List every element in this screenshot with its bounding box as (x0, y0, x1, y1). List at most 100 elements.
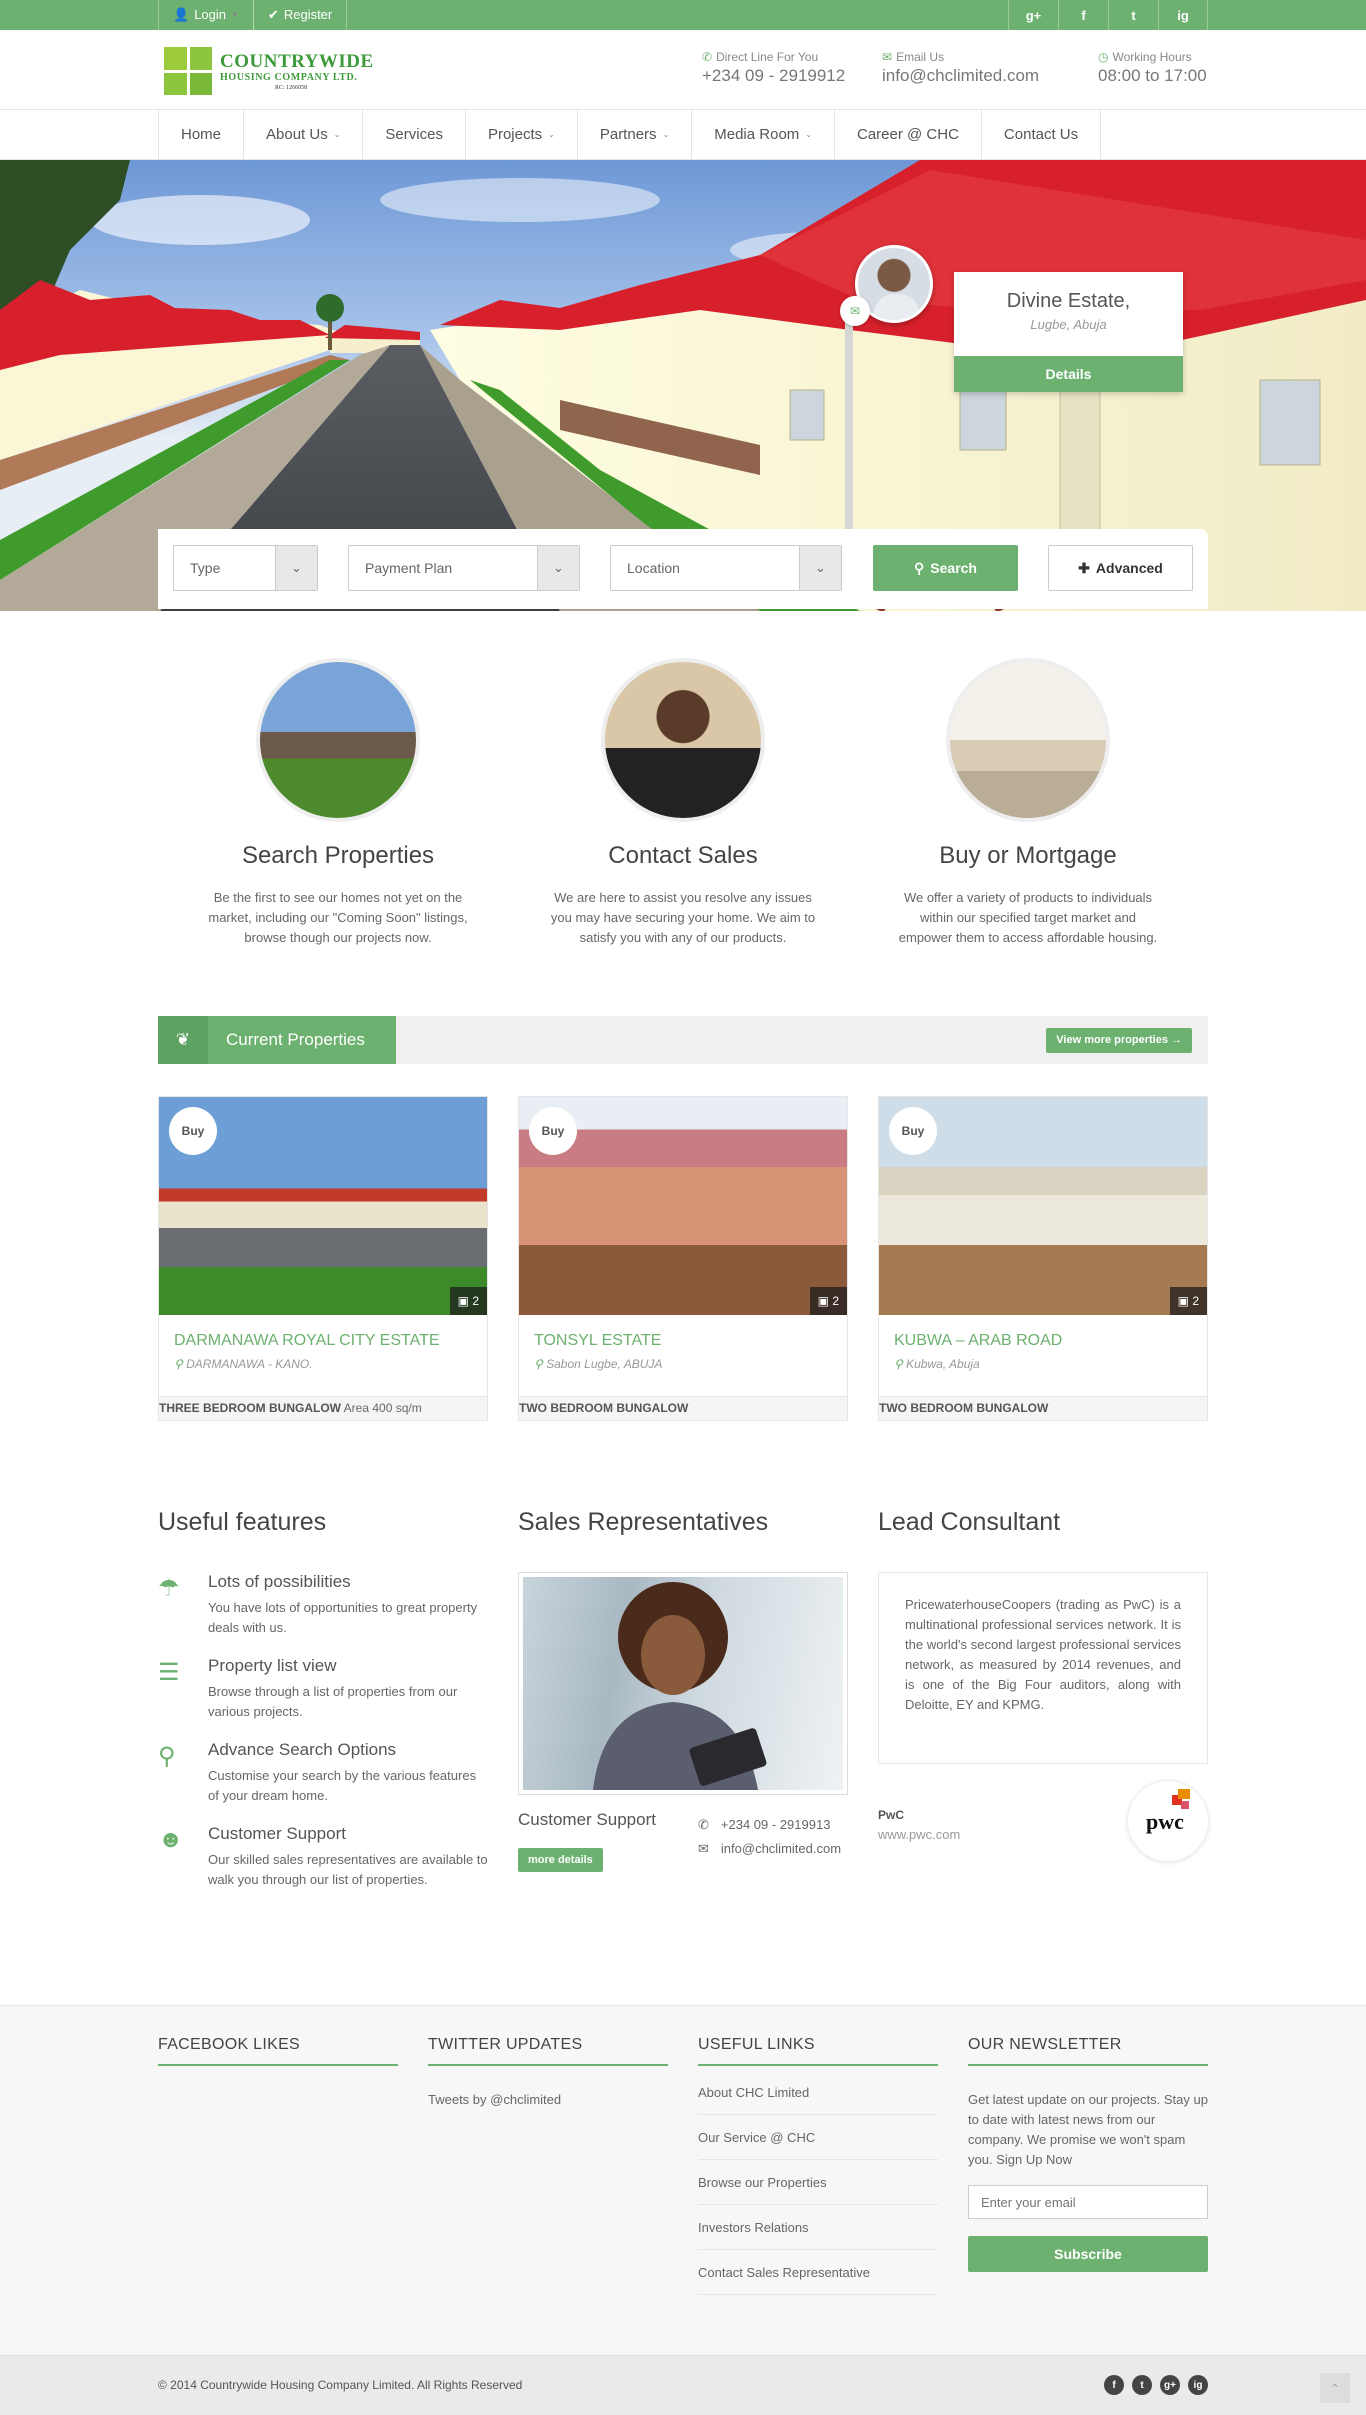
advanced-button-label: Advanced (1095, 560, 1163, 576)
consultant-company: PwC (878, 1808, 905, 1822)
estate-location: Lugbe, Abuja (1030, 317, 1107, 332)
property-card[interactable]: Buy ▣ 2 DARMANAWA ROYAL CITY ESTATE ⚲ DA… (158, 1096, 488, 1421)
nav-item-label: Media Room (714, 126, 800, 143)
site-header: COUNTRYWIDE HOUSING COMPANY LTD. RC: 126… (0, 30, 1366, 110)
nav-item-contact-us[interactable]: Contact Us (982, 110, 1102, 160)
twitter-icon[interactable]: t (1108, 0, 1158, 30)
chevron-down-icon: ⌄ (799, 546, 841, 590)
register-label: Register (283, 7, 333, 22)
property-card[interactable]: Buy ▣ 2 KUBWA – ARAB ROAD ⚲ Kubwa, Abuja… (878, 1096, 1208, 1421)
property-photo[interactable]: Buy ▣ 2 (159, 1097, 487, 1315)
footer-link-service[interactable]: Our Service @ CHC (698, 2115, 938, 2160)
envelope-icon[interactable]: ✉ (840, 296, 870, 326)
property-photo[interactable]: Buy ▣ 2 (519, 1097, 847, 1315)
search-icon: ⚲ (158, 1743, 176, 1770)
photo-count[interactable]: ▣ 2 (449, 1287, 487, 1315)
feature-item-title[interactable]: Property list view (208, 1656, 488, 1676)
salesman-photo[interactable] (601, 658, 765, 822)
property-area: Area 400 sq/m (343, 1401, 422, 1415)
top-bar: 👤 Login ▼ ✔ Register g+ f t ig (0, 0, 1366, 30)
register-link[interactable]: ✔ Register (252, 0, 348, 30)
sales-rep-name[interactable]: Customer Support (518, 1810, 656, 1830)
nav-item-projects[interactable]: Projects ⌄ (466, 110, 578, 160)
newsletter-email-input[interactable] (968, 2185, 1208, 2219)
instagram-icon[interactable]: ig (1158, 0, 1208, 30)
feature-text: We offer a variety of products to indivi… (898, 890, 1158, 945)
property-title[interactable]: TONSYL ESTATE (534, 1332, 847, 1350)
envelope-icon: ✉ (882, 50, 893, 64)
living-room-photo[interactable] (946, 658, 1110, 822)
payment-plan-select[interactable]: Payment Plan ⌄ (348, 545, 580, 591)
bottom-social: f t g+ ig (1096, 2375, 1208, 2395)
chevron-down-icon: ⌄ (537, 546, 579, 590)
logo-line1: COUNTRYWIDE (220, 50, 374, 72)
property-title[interactable]: DARMANAWA ROYAL CITY ESTATE (174, 1332, 487, 1350)
more-details-button[interactable]: more details (518, 1848, 603, 1872)
view-more-properties-button[interactable]: View more properties → (1046, 1028, 1192, 1053)
advanced-search-button[interactable]: ✚ Advanced (1048, 545, 1193, 591)
image-icon: ▣ (457, 1294, 473, 1308)
copyright: © 2014 Countrywide Housing Company Limit… (158, 2378, 523, 2392)
type-select[interactable]: Type ⌄ (173, 545, 318, 591)
logo-line2: HOUSING COMPANY LTD. (220, 71, 358, 83)
phone-icon: ✆ (702, 50, 713, 64)
feature-item: ☰ Property list view Browse through a li… (158, 1656, 488, 1722)
login-link[interactable]: 👤 Login ▼ (158, 0, 254, 30)
features-section: Search Properties Be the first to see ou… (158, 658, 1208, 958)
feature-search-properties: Search Properties Be the first to see ou… (158, 658, 518, 948)
google-plus-icon[interactable]: g+ (1160, 2375, 1180, 2395)
mansion-photo[interactable] (256, 658, 420, 822)
user-icon: 👤 (173, 7, 190, 22)
photo-count[interactable]: ▣ 2 (809, 1287, 847, 1315)
chevron-down-icon: ⌄ (275, 546, 317, 590)
feature-item-title[interactable]: Customer Support (208, 1824, 488, 1844)
newsletter-text: Get latest update on our projects. Stay … (968, 2092, 1208, 2167)
nav-item-career-chc[interactable]: Career @ CHC (835, 110, 982, 160)
type-select-value: Type (190, 560, 221, 576)
feature-title[interactable]: Contact Sales (503, 842, 863, 870)
footer-link-properties[interactable]: Browse our Properties (698, 2160, 938, 2205)
footer-link-investors[interactable]: Investors Relations (698, 2205, 938, 2250)
tweets-link[interactable]: Tweets by @chclimited (428, 2092, 668, 2107)
image-icon: ▣ (817, 1294, 833, 1308)
nav-item-label: Career @ CHC (857, 126, 959, 143)
feature-item-title[interactable]: Advance Search Options (208, 1740, 488, 1760)
back-to-top-button[interactable]: ⌃ (1320, 2373, 1350, 2403)
phone-info: ✆ Direct Line For You +234 09 - 2919912 (702, 50, 845, 86)
feature-item-title[interactable]: Lots of possibilities (208, 1572, 488, 1592)
feature-title[interactable]: Search Properties (158, 842, 518, 870)
sales-rep-photo[interactable] (518, 1572, 848, 1795)
footer: FACEBOOK LIKES TWITTER UPDATES Tweets by… (0, 2005, 1366, 2355)
pwc-logo-text: pwc (1146, 1809, 1184, 1834)
email-value[interactable]: info@chclimited.com (882, 66, 1039, 86)
google-plus-icon[interactable]: g+ (1008, 0, 1058, 30)
instagram-icon[interactable]: ig (1188, 2375, 1208, 2395)
nav-item-partners[interactable]: Partners ⌄ (578, 110, 693, 160)
facebook-icon[interactable]: f (1104, 2375, 1124, 2395)
footer-twitter: TWITTER UPDATES Tweets by @chclimited (428, 2036, 668, 2107)
consultant-url[interactable]: www.pwc.com (878, 1827, 960, 1842)
nav-item-services[interactable]: Services (363, 110, 466, 160)
pwc-logo[interactable]: pwc (1127, 1780, 1209, 1862)
footer-link-about[interactable]: About CHC Limited (698, 2070, 938, 2115)
nav-item-about-us[interactable]: About Us ⌄ (244, 110, 364, 160)
property-photo[interactable]: Buy ▣ 2 (879, 1097, 1207, 1315)
nav-item-media-room[interactable]: Media Room ⌄ (692, 110, 835, 160)
photo-count[interactable]: ▣ 2 (1169, 1287, 1207, 1315)
current-properties-bar: ❦ Current Properties View more propertie… (158, 1016, 1208, 1064)
twitter-icon[interactable]: t (1132, 2375, 1152, 2395)
nav-item-home[interactable]: Home (159, 110, 245, 160)
feature-title[interactable]: Buy or Mortgage (848, 842, 1208, 870)
details-button[interactable]: Details (954, 356, 1183, 392)
search-button[interactable]: ⚲ Search (873, 545, 1018, 591)
sales-email-value[interactable]: info@chclimited.com (721, 1841, 841, 1857)
footer-facebook: FACEBOOK LIKES (158, 2036, 398, 2066)
logo[interactable]: COUNTRYWIDE HOUSING COMPANY LTD. RC: 126… (164, 47, 374, 95)
location-select[interactable]: Location ⌄ (610, 545, 842, 591)
subscribe-button[interactable]: Subscribe (968, 2236, 1208, 2272)
property-card[interactable]: Buy ▣ 2 TONSYL ESTATE ⚲ Sabon Lugbe, ABU… (518, 1096, 848, 1421)
footer-useful-links: USEFUL LINKS About CHC Limited Our Servi… (698, 2036, 938, 2295)
footer-link-contact-sales[interactable]: Contact Sales Representative (698, 2250, 938, 2295)
facebook-icon[interactable]: f (1058, 0, 1108, 30)
property-title[interactable]: KUBWA – ARAB ROAD (894, 1332, 1207, 1350)
